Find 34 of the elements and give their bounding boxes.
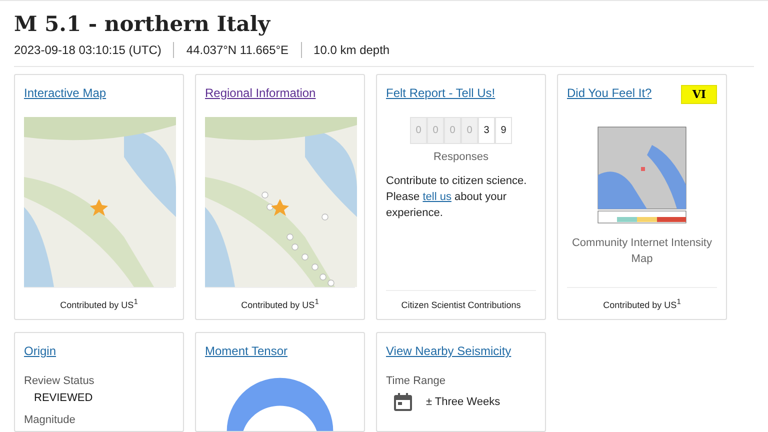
field-label: Magnitude xyxy=(24,414,76,426)
card-footer: Citizen Scientist Contributions xyxy=(386,290,536,319)
event-location: 44.037°N 11.665°E xyxy=(173,42,301,58)
card-title-link[interactable]: Origin xyxy=(24,343,56,359)
card-title-link[interactable]: Interactive Map xyxy=(24,85,106,101)
event-time: 2023-09-18 03:10:15 (UTC) xyxy=(14,42,162,58)
felt-report-text: Contribute to citizen science. Please tell us about your experience. xyxy=(386,174,528,221)
counter-digit: 0 xyxy=(410,117,427,144)
field-label: Review Status xyxy=(24,375,96,387)
counter-digit: 0 xyxy=(444,117,461,144)
field-label: Time Range xyxy=(386,375,447,387)
card-footer: Contributed by US$^{1}$ xyxy=(567,287,717,319)
field-value: REVIEWED xyxy=(34,392,94,404)
card-footer: Contributed by US$^{1}$ xyxy=(24,287,174,319)
map-drawing[interactable] xyxy=(205,117,357,287)
time-range-value: ± Three Weeks xyxy=(426,396,500,408)
card-footer: Contributed by US$^{1}$ xyxy=(205,287,355,319)
card-title-link[interactable]: Felt Report - Tell Us! xyxy=(386,85,496,101)
card-title-link[interactable]: Regional Information xyxy=(205,85,316,101)
map-drawing[interactable] xyxy=(24,117,176,287)
card-title-link[interactable]: Moment Tensor xyxy=(205,343,288,359)
counter-digit: 0 xyxy=(427,117,444,144)
calendar-icon xyxy=(394,393,412,411)
counter-digit: 3 xyxy=(478,117,495,144)
counter-digit: 0 xyxy=(461,117,478,144)
event-depth: 10.0 km depth xyxy=(300,42,402,58)
intensity-badge: VI xyxy=(681,85,717,104)
intensity-map-caption: Community Internet Intensity Map xyxy=(570,236,713,267)
card-title-link[interactable]: View Nearby Seismicity xyxy=(386,343,512,359)
event-title: M 5.1 - northern Italy xyxy=(14,11,272,36)
counter-digit: 9 xyxy=(495,117,512,144)
card-title-link[interactable]: Did You Feel It? xyxy=(567,85,652,101)
counter-label: Responses xyxy=(432,151,490,163)
tell-us-link[interactable]: tell us xyxy=(422,191,452,203)
